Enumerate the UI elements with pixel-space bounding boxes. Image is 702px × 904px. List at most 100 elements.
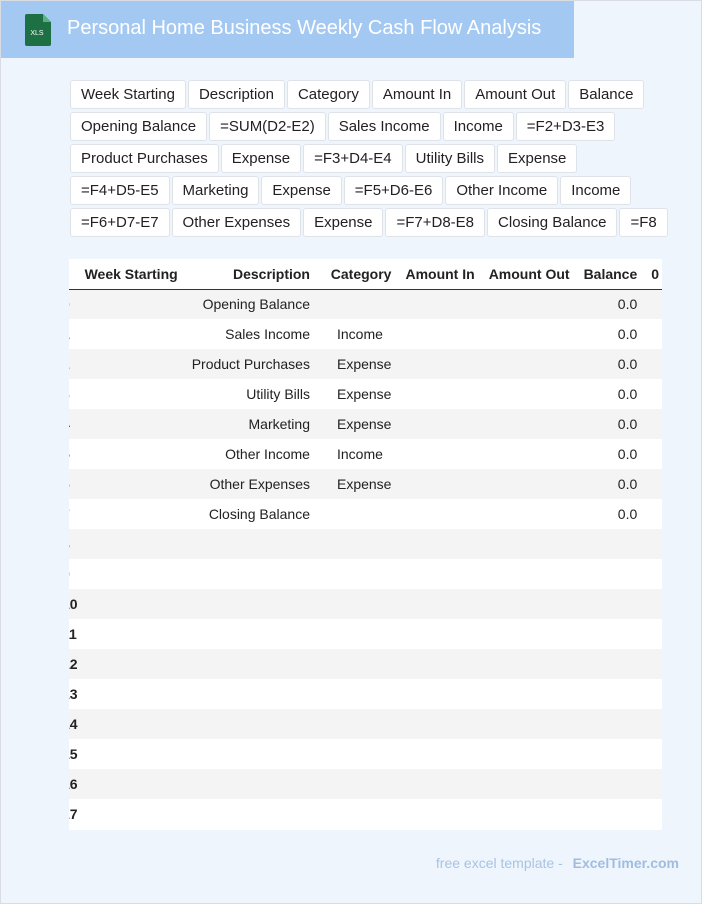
cell-description [184,769,317,799]
cell-chip[interactable]: =F7+D8-E8 [385,208,486,237]
cell-zero [644,739,662,769]
cell-balance: 0.0 [576,319,645,349]
row-index: 1 [69,319,78,349]
cell-chip[interactable]: =F4+D5-E5 [70,176,170,205]
table-row: 15 [69,739,662,769]
table-row: 11 [69,619,662,649]
cell-zero [644,499,662,529]
cell-chip[interactable]: Expense [220,144,302,173]
cell-week-starting [77,799,185,829]
cell-description [184,529,317,559]
footer-brand-link[interactable]: ExcelTimer.com [573,855,679,871]
cell-amount-out [481,469,577,499]
page-title: Personal Home Business Weekly Cash Flow … [67,17,542,39]
cell-zero [644,709,662,739]
cell-zero [644,589,662,619]
cell-zero [644,319,662,349]
table-row: 6 Other ExpensesExpense 0.0 [69,469,662,499]
cell-category [316,589,399,619]
cell-balance: 0.0 [576,379,645,409]
row-index: 16 [69,769,78,799]
column-header-week-starting: Week Starting [77,259,185,290]
table-row: 0 Opening Balance 0.0 [69,289,662,319]
cell-amount-out [481,679,577,709]
cell-chip[interactable]: =F2+D3-E3 [515,112,616,141]
cell-chip[interactable]: Income [442,112,514,141]
cell-description [184,739,317,769]
cell-chip[interactable]: Closing Balance [487,208,618,237]
cell-chip[interactable]: =F5+D6-E6 [343,176,444,205]
column-header-index [69,259,78,290]
cell-chip[interactable]: Amount Out [464,80,567,109]
cell-week-starting [77,499,185,529]
cell-chip[interactable]: =F6+D7-E7 [70,208,170,237]
cell-amount-in [398,289,482,319]
cell-chip[interactable]: Week Starting [70,80,186,109]
cell-week-starting [77,439,185,469]
cell-chip[interactable]: Category [286,80,370,109]
cell-week-starting [77,619,185,649]
footer-credit: free excel template - ExcelTimer.com [436,855,679,871]
cell-description: Marketing [184,409,317,439]
cell-chip[interactable]: =F3+D4-E4 [303,144,403,173]
cell-zero [644,649,662,679]
row-index: 12 [69,649,78,679]
cell-category [316,799,399,829]
cell-chip[interactable]: =SUM(D2-E2) [209,112,326,141]
cell-amount-out [481,349,577,379]
cell-chip[interactable]: Expense [497,144,578,173]
cell-chip[interactable]: Sales Income [327,112,441,141]
cell-week-starting [77,709,185,739]
cell-description [184,649,317,679]
cell-zero [644,799,662,829]
cell-amount-out [481,409,577,439]
cell-category [316,529,399,559]
row-index: 14 [69,709,78,739]
cell-amount-out [481,529,577,559]
cell-chip[interactable]: Income [560,176,632,205]
cell-amount-in [398,559,482,589]
cell-chip[interactable]: Opening Balance [70,112,208,141]
cell-chip[interactable]: Utility Bills [404,144,495,173]
cell-chip[interactable]: Amount In [371,80,463,109]
row-index: 5 [69,439,78,469]
cell-chip[interactable]: Expense [261,176,342,205]
cell-chip[interactable]: Marketing [171,176,260,205]
cell-amount-in [398,349,482,379]
cell-balance [576,799,645,829]
cell-zero [644,769,662,799]
cell-chip[interactable]: Other Expenses [171,208,302,237]
cell-balance: 0.0 [576,409,645,439]
row-index: 2 [69,349,78,379]
data-table-container[interactable]: Week Starting Description Category Amoun… [69,259,662,830]
row-index: 15 [69,739,78,769]
cell-amount-in [398,799,482,829]
cell-chip[interactable]: Other Income [445,176,559,205]
cell-category [316,679,399,709]
cell-chip[interactable]: Product Purchases [70,144,219,173]
cell-amount-in [398,439,482,469]
cell-week-starting [77,409,185,439]
cell-category: Expense [316,409,399,439]
cell-amount-in [398,409,482,439]
cell-category [316,709,399,739]
cell-balance [576,739,645,769]
cell-balance [576,709,645,739]
row-index: 11 [69,619,78,649]
cell-amount-in [398,379,482,409]
row-index: 6 [69,469,78,499]
cell-amount-in [398,469,482,499]
cell-chip[interactable]: Description [187,80,285,109]
column-header-description: Description [184,259,317,290]
cell-amount-out [481,289,577,319]
cell-chip[interactable]: Balance [568,80,645,109]
table-row: 8 [69,529,662,559]
excel-file-icon: XLS [25,14,51,46]
row-index: 9 [69,559,78,589]
table-row: 2 Product PurchasesExpense 0.0 [69,349,662,379]
cell-chip[interactable]: Expense [303,208,384,237]
cell-chip[interactable]: =F8 [619,208,668,237]
data-table: Week Starting Description Category Amoun… [69,259,662,829]
cell-balance [576,559,645,589]
cell-category: Expense [316,349,399,379]
